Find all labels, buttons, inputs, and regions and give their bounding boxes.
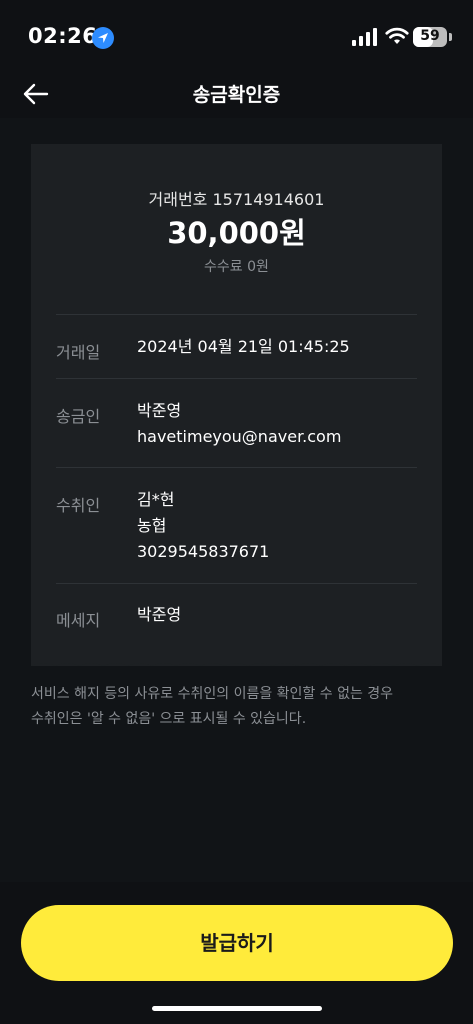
row-value-date: 2024년 04월 21일 01:45:25	[137, 334, 350, 360]
divider	[56, 583, 417, 584]
sender-name: 박준영	[137, 401, 182, 420]
receipt-card: 거래번호 15714914601 30,000원 수수료 0원 거래일 2024…	[31, 144, 442, 666]
app-header: 송금확인증	[0, 70, 473, 118]
receipt-scalloped-edge	[31, 658, 442, 666]
main-content: 거래번호 15714914601 30,000원 수수료 0원 거래일 2024…	[0, 118, 473, 902]
issue-button[interactable]: 발급하기	[21, 905, 453, 981]
message-text: 박준영	[137, 605, 182, 624]
status-bar: 02:26 59	[0, 0, 473, 70]
divider	[56, 467, 417, 468]
row-label-recipient: 수취인	[56, 496, 101, 515]
wifi-icon	[385, 27, 409, 44]
home-indicator	[152, 1006, 322, 1011]
sender-email: havetimeyou@naver.com	[137, 427, 342, 446]
transaction-date: 2024년 04월 21일 01:45:25	[137, 337, 350, 356]
recipient-account: 3029545837671	[137, 542, 270, 561]
transfer-amount: 30,000원	[167, 216, 306, 250]
page-title: 송금확인증	[192, 84, 281, 106]
bottom-action-bar: 발급하기	[0, 882, 473, 1024]
status-time: 02:26	[28, 24, 98, 48]
transaction-number: 거래번호 15714914601	[148, 190, 325, 209]
row-label-date: 거래일	[56, 343, 101, 362]
recipient-bank: 농협	[137, 516, 167, 535]
transfer-fee: 수수료 0원	[204, 259, 269, 275]
row-value-message: 박준영	[137, 602, 181, 628]
receipt-summary: 거래번호 15714914601 30,000원 수수료 0원	[31, 144, 442, 314]
row-label-message: 메세지	[56, 611, 101, 630]
divider	[56, 314, 417, 315]
notice-line-1: 서비스 해지 등의 사유로 수취인의 이름을 확인할 수 없는 경우	[31, 686, 394, 702]
recipient-name: 김*현	[137, 490, 175, 509]
battery-icon: 59	[413, 27, 447, 47]
cellular-signal-icon	[352, 28, 377, 46]
notice-text: 서비스 해지 등의 사유로 수취인의 이름을 확인할 수 없는 경우 수취인은 …	[31, 682, 451, 732]
notice-line-2: 수취인은 '알 수 없음' 으로 표시될 수 있습니다.	[31, 711, 307, 727]
row-value-recipient: 김*현 농협 3029545837671	[137, 487, 269, 565]
row-value-sender: 박준영 havetimeyou@naver.com	[137, 398, 341, 450]
divider	[56, 378, 417, 379]
location-arrow-icon	[92, 27, 114, 49]
row-label-sender: 송금인	[56, 407, 101, 426]
battery-percent: 59	[420, 28, 440, 44]
battery-tip	[449, 33, 452, 41]
scallop-path	[31, 658, 442, 666]
